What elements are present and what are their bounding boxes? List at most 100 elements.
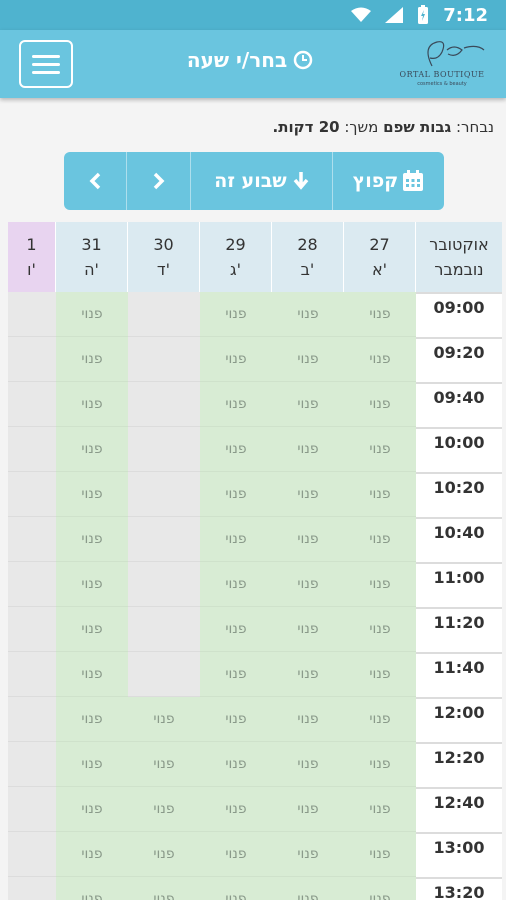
day-header: 30 ד': [128, 222, 200, 292]
free-slot[interactable]: פנוי: [200, 697, 272, 742]
unavailable-slot: [8, 652, 56, 697]
free-slot[interactable]: פנוי: [200, 337, 272, 382]
free-slot[interactable]: פנוי: [344, 697, 416, 742]
time-slot-label: 09:00: [416, 292, 502, 337]
time-slot-label: 13:20: [416, 877, 502, 900]
free-slot[interactable]: פנוי: [272, 382, 344, 427]
day-number: 31: [81, 235, 102, 254]
day-name: ו': [27, 260, 36, 279]
unavailable-slot: [8, 337, 56, 382]
time-slot-label: 11:40: [416, 652, 502, 697]
free-slot[interactable]: פנוי: [344, 382, 416, 427]
unavailable-slot: [128, 472, 200, 517]
free-slot[interactable]: פנוי: [344, 832, 416, 877]
free-slot[interactable]: פנוי: [272, 337, 344, 382]
free-slot[interactable]: פנוי: [272, 787, 344, 832]
free-slot[interactable]: פנוי: [128, 877, 200, 900]
free-slot[interactable]: פנוי: [272, 697, 344, 742]
free-slot[interactable]: פנוי: [200, 427, 272, 472]
free-slot[interactable]: פנוי: [200, 292, 272, 337]
free-slot[interactable]: פנוי: [128, 787, 200, 832]
free-slot[interactable]: פנוי: [272, 607, 344, 652]
time-slot-label: 12:40: [416, 787, 502, 832]
free-slot[interactable]: פנוי: [56, 607, 128, 652]
jump-button[interactable]: קפוץ: [332, 152, 444, 210]
free-slot[interactable]: פנוי: [128, 742, 200, 787]
menu-button[interactable]: [19, 40, 73, 88]
free-slot[interactable]: פנוי: [200, 562, 272, 607]
free-slot[interactable]: פנוי: [56, 337, 128, 382]
day-name: ג': [230, 260, 241, 279]
free-slot[interactable]: פנוי: [56, 787, 128, 832]
free-slot[interactable]: פנוי: [344, 562, 416, 607]
free-slot[interactable]: פנוי: [200, 382, 272, 427]
free-slot[interactable]: פנוי: [344, 877, 416, 900]
free-slot[interactable]: פנוי: [344, 607, 416, 652]
unavailable-slot: [8, 832, 56, 877]
free-slot[interactable]: פנוי: [56, 382, 128, 427]
free-slot[interactable]: פנוי: [56, 742, 128, 787]
free-slot[interactable]: פנוי: [56, 427, 128, 472]
unavailable-slot: [128, 607, 200, 652]
this-week-button[interactable]: שבוע זה: [190, 152, 332, 210]
day-header: 31 ה': [56, 222, 128, 292]
free-slot[interactable]: פנוי: [272, 652, 344, 697]
free-slot[interactable]: פנוי: [344, 292, 416, 337]
free-slot[interactable]: פנוי: [272, 472, 344, 517]
next-week-button[interactable]: [64, 152, 126, 210]
selection-summary: נבחר: גבות שפם משך: 20 דקות.: [272, 118, 495, 136]
free-slot[interactable]: פנוי: [200, 652, 272, 697]
day-number: 29: [225, 235, 246, 254]
free-slot[interactable]: פנוי: [272, 832, 344, 877]
unavailable-slot: [8, 562, 56, 607]
previous-week-button[interactable]: [126, 152, 190, 210]
free-slot[interactable]: פנוי: [344, 472, 416, 517]
free-slot[interactable]: פנוי: [272, 562, 344, 607]
day-name: א': [371, 260, 388, 279]
unavailable-slot: [8, 697, 56, 742]
day-name: ב': [300, 260, 315, 279]
signal-icon: [385, 7, 404, 23]
free-slot[interactable]: פנוי: [344, 427, 416, 472]
calendar-icon: [403, 170, 424, 191]
free-slot[interactable]: פנוי: [200, 787, 272, 832]
unavailable-slot: [8, 742, 56, 787]
time-slot-label: 10:20: [416, 472, 502, 517]
chevron-left-icon: [89, 172, 101, 190]
free-slot[interactable]: פנוי: [128, 832, 200, 877]
time-slot-label: 09:40: [416, 382, 502, 427]
free-slot[interactable]: פנוי: [200, 877, 272, 900]
free-slot[interactable]: פנוי: [200, 472, 272, 517]
free-slot[interactable]: פנוי: [56, 877, 128, 900]
day-header: 29 ג': [200, 222, 272, 292]
day-name: ד': [156, 260, 171, 279]
unavailable-slot: [128, 517, 200, 562]
free-slot[interactable]: פנוי: [56, 292, 128, 337]
logo: ORTAL BOUTIQUE cosmetics & beauty: [392, 36, 492, 92]
free-slot[interactable]: פנוי: [56, 832, 128, 877]
free-slot[interactable]: פנוי: [200, 607, 272, 652]
free-slot[interactable]: פנוי: [344, 337, 416, 382]
free-slot[interactable]: פנוי: [344, 742, 416, 787]
free-slot[interactable]: פנוי: [272, 742, 344, 787]
free-slot[interactable]: פנוי: [272, 517, 344, 562]
free-slot[interactable]: פנוי: [200, 832, 272, 877]
free-slot[interactable]: פנוי: [200, 517, 272, 562]
free-slot[interactable]: פנוי: [56, 697, 128, 742]
free-slot[interactable]: פנוי: [200, 742, 272, 787]
free-slot[interactable]: פנוי: [128, 697, 200, 742]
free-slot[interactable]: פנוי: [344, 652, 416, 697]
free-slot[interactable]: פנוי: [272, 292, 344, 337]
month-header: אוקטובר נובמבר: [416, 222, 502, 292]
free-slot[interactable]: פנוי: [56, 517, 128, 562]
free-slot[interactable]: פנוי: [272, 877, 344, 900]
free-slot[interactable]: פנוי: [56, 562, 128, 607]
unavailable-slot: [128, 652, 200, 697]
day-header: 28 ב': [272, 222, 344, 292]
title-text: בחר/י שעה: [186, 48, 288, 72]
free-slot[interactable]: פנוי: [344, 787, 416, 832]
free-slot[interactable]: פנוי: [56, 472, 128, 517]
free-slot[interactable]: פנוי: [56, 652, 128, 697]
free-slot[interactable]: פנוי: [344, 517, 416, 562]
free-slot[interactable]: פנוי: [272, 427, 344, 472]
